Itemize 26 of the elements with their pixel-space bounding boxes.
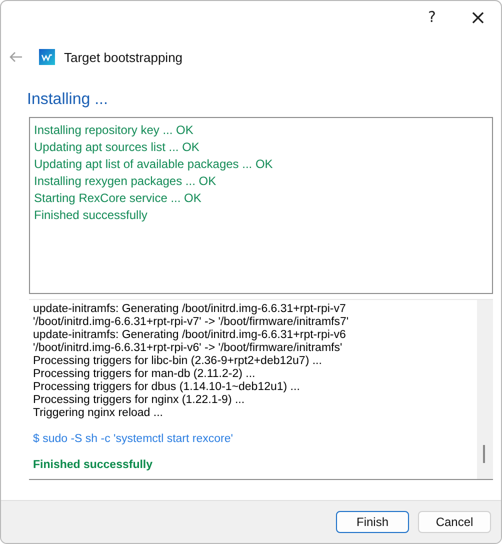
console-line: Processing triggers for dbus (1.14.10-1~deb12u1) ... bbox=[33, 381, 301, 394]
help-button[interactable]: ? bbox=[409, 1, 455, 33]
console-line: Finished successfully bbox=[33, 459, 154, 472]
console-line: '/boot/initrd.img-6.6.31+rpt-rpi-v6' -> '/boot/firmware/initramfs' bbox=[33, 342, 344, 355]
close-button[interactable]: × bbox=[455, 1, 501, 33]
console-line: update-initramfs: Generating /boot/initrd.img-6.6.31+rpt-rpi-v6 bbox=[33, 329, 347, 342]
status-line: Updating apt sources list ... OK bbox=[34, 139, 200, 156]
status-line: Finished successfully bbox=[34, 207, 148, 224]
console-line: $ sudo -S sh -c 'systemctl start rexcore' bbox=[33, 433, 234, 446]
page-heading: Installing ... bbox=[27, 91, 109, 110]
back-arrow-icon[interactable] bbox=[9, 51, 23, 63]
console-line: update-initramfs: Generating /boot/initrd.img-6.6.31+rpt-rpi-v7 bbox=[33, 303, 347, 316]
console-line: Processing triggers for man-db (2.11.2-2) ... bbox=[33, 368, 256, 381]
status-line: Installing rexygen packages ... OK bbox=[34, 173, 218, 190]
status-line: Installing repository key ... OK bbox=[34, 122, 194, 139]
console-line: Triggering nginx reload ... bbox=[33, 407, 164, 420]
app-logo-icon bbox=[39, 49, 55, 65]
dialog-title: Target bootstrapping bbox=[64, 50, 183, 64]
dialog-button[interactable]: Finish bbox=[336, 511, 409, 533]
console-line: Processing triggers for nginx (1.22.1-9) ... bbox=[33, 394, 246, 407]
console-line: '/boot/initrd.img-6.6.31+rpt-rpi-v7' -> '/boot/firmware/initramfs7' bbox=[33, 316, 350, 329]
dialog-button[interactable]: Cancel bbox=[418, 511, 491, 533]
status-line: Starting RexCore service ... OK bbox=[34, 190, 202, 207]
status-line: Updating apt list of available packages ... OK bbox=[34, 156, 274, 173]
scrollbar-thumb[interactable] bbox=[483, 445, 485, 463]
console-line: Processing triggers for libc-bin (2.36-9+rpt2+deb12u7) ... bbox=[33, 355, 323, 368]
